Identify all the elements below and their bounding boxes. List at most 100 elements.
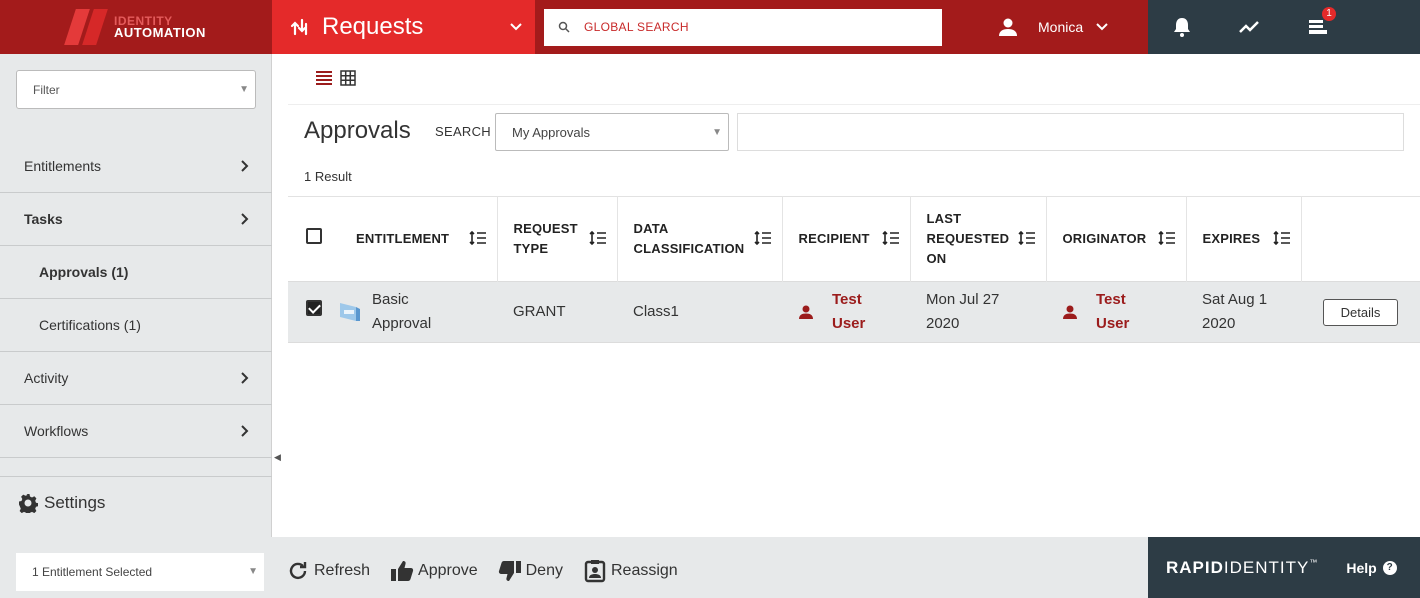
- approval-scope-select[interactable]: My Approvals ▼: [495, 113, 729, 151]
- settings-link[interactable]: Settings: [18, 493, 105, 513]
- sort-icon[interactable]: [1157, 230, 1176, 246]
- caret-down-icon: ▼: [712, 127, 722, 138]
- row-select-cell: [288, 281, 340, 343]
- queue-badge: 1: [1322, 7, 1336, 21]
- entitlement-cell: Basic Approval: [340, 281, 497, 343]
- refresh-label: Refresh: [314, 562, 371, 579]
- column-header-originator[interactable]: ORIGINATOR: [1046, 196, 1187, 282]
- list-view-icon[interactable]: [316, 70, 332, 86]
- thumbs-down-icon: [498, 561, 521, 581]
- queue-icon[interactable]: 1: [1306, 7, 1336, 39]
- sidebar-filter[interactable]: Filter ▼: [16, 70, 256, 109]
- collapse-sidebar-icon[interactable]: ◀: [274, 452, 281, 463]
- column-label: LAST: [926, 211, 962, 226]
- sidebar-item-workflows[interactable]: Workflows: [0, 405, 272, 458]
- chevron-right-icon: [241, 372, 249, 384]
- toolbar-divider: [288, 104, 1420, 105]
- logo-mark-icon: [64, 9, 110, 45]
- column-label: ORIGINATOR: [1062, 231, 1147, 246]
- deny-button[interactable]: Deny: [498, 559, 563, 583]
- brand-logo[interactable]: IDENTITY AUTOMATION: [0, 0, 272, 54]
- view-toggle: [316, 70, 356, 86]
- recipient-name-line: User: [832, 315, 866, 332]
- sort-icon[interactable]: [588, 230, 607, 246]
- originator-link[interactable]: Test User: [1062, 288, 1186, 336]
- column-header-entitlement[interactable]: ENTITLEMENT: [340, 196, 498, 282]
- module-label: Requests: [322, 13, 424, 40]
- select-all-checkbox[interactable]: [306, 228, 322, 244]
- column-header-data-classification[interactable]: DATA CLASSIFICATION: [617, 196, 783, 282]
- filter-placeholder: Filter: [33, 82, 60, 97]
- sidebar-item-certifications[interactable]: Certifications (1): [0, 299, 272, 352]
- search-icon: [558, 21, 570, 33]
- chevron-down-icon: [510, 23, 522, 31]
- column-label: CLASSIFICATION: [633, 241, 745, 256]
- sidebar-divider: [0, 476, 272, 477]
- grid-view-icon[interactable]: [340, 70, 356, 86]
- sidebar-item-approvals[interactable]: Approvals (1): [0, 246, 272, 299]
- top-bar: IDENTITY AUTOMATION Requests Monica: [0, 0, 1420, 54]
- refresh-button[interactable]: Refresh: [286, 559, 370, 583]
- sort-icon[interactable]: [881, 230, 900, 246]
- table-header-row: ENTITLEMENT REQUEST TYPE DATA CLASSIFICA…: [288, 196, 1420, 282]
- logo-line2: AUTOMATION: [114, 25, 206, 40]
- sort-icon[interactable]: [1017, 230, 1036, 246]
- column-header-recipient[interactable]: RECIPIENT: [782, 196, 911, 282]
- selection-count-select[interactable]: 1 Entitlement Selected ▼: [16, 553, 264, 591]
- chevron-right-icon: [241, 160, 249, 172]
- global-search[interactable]: [544, 8, 942, 46]
- last-requested-line: Mon Jul 27: [926, 291, 1000, 308]
- user-name: Monica: [1038, 19, 1084, 35]
- rapididentity-logo: RAPIDIDENTITY™: [1166, 558, 1318, 578]
- details-button[interactable]: Details: [1323, 298, 1398, 326]
- chevron-right-icon: [241, 213, 249, 225]
- bell-icon[interactable]: [1170, 15, 1194, 39]
- sidebar: Filter ▼ Entitlements Tasks Approvals (1…: [0, 54, 272, 537]
- entitlement-name-line: Approval: [372, 315, 432, 332]
- entitlement-app-icon: [340, 303, 360, 321]
- module-switcher[interactable]: Requests: [272, 0, 535, 54]
- recipient-name-line: Test: [832, 291, 862, 308]
- reassign-label: Reassign: [610, 562, 678, 579]
- sidebar-item-label: Entitlements: [24, 158, 102, 174]
- request-type-cell: GRANT: [497, 281, 617, 343]
- column-header-expires[interactable]: EXPIRES: [1186, 196, 1302, 282]
- footer-toolbar: 1 Entitlement Selected ▼ Refresh Approve…: [0, 537, 1420, 598]
- sidebar-item-activity[interactable]: Activity: [0, 352, 272, 405]
- expires-cell: Sat Aug 1 2020: [1186, 281, 1301, 343]
- logo-text: IDENTITY AUTOMATION: [114, 15, 206, 39]
- row-checkbox[interactable]: [306, 300, 322, 316]
- reassign-icon: [584, 560, 606, 583]
- column-header-request-type[interactable]: REQUEST TYPE: [497, 196, 618, 282]
- column-label: DATA: [633, 221, 669, 236]
- help-button[interactable]: Help ?: [1346, 560, 1397, 576]
- user-menu[interactable]: Monica: [998, 17, 1109, 37]
- gear-icon: [19, 494, 38, 513]
- approval-search-input[interactable]: [737, 113, 1404, 151]
- table-row[interactable]: Basic Approval GRANT Class1 Test User Mo…: [288, 281, 1420, 343]
- caret-down-icon: ▼: [239, 84, 249, 95]
- sidebar-item-label: Activity: [24, 370, 69, 386]
- deny-label: Deny: [525, 562, 563, 579]
- brand-light: IDENTITY: [1223, 557, 1310, 577]
- sidebar-item-tasks[interactable]: Tasks: [0, 193, 272, 246]
- main-content: Approvals SEARCH My Approvals ▼ 1 Result…: [288, 54, 1420, 537]
- search-region: Monica: [535, 0, 1148, 54]
- sort-icon[interactable]: [468, 230, 487, 246]
- approvals-table: ENTITLEMENT REQUEST TYPE DATA CLASSIFICA…: [288, 196, 1420, 343]
- column-header-last-requested[interactable]: LAST REQUESTED ON: [910, 196, 1047, 282]
- recipient-link[interactable]: Test User: [798, 288, 910, 336]
- settings-label: Settings: [44, 493, 106, 512]
- page-title: Approvals: [304, 117, 411, 144]
- approve-button[interactable]: Approve: [390, 559, 478, 583]
- global-search-input[interactable]: [584, 20, 924, 34]
- activity-trend-icon[interactable]: [1238, 15, 1262, 39]
- expires-line: 2020: [1202, 315, 1236, 332]
- sidebar-item-label: Workflows: [24, 423, 89, 439]
- sort-icon[interactable]: [753, 230, 772, 246]
- sidebar-item-entitlements[interactable]: Entitlements: [0, 140, 272, 193]
- sort-icon[interactable]: [1272, 230, 1291, 246]
- entitlement-name-line: Basic: [372, 291, 409, 308]
- column-label: REQUESTED: [926, 231, 1010, 246]
- reassign-button[interactable]: Reassign: [583, 559, 678, 583]
